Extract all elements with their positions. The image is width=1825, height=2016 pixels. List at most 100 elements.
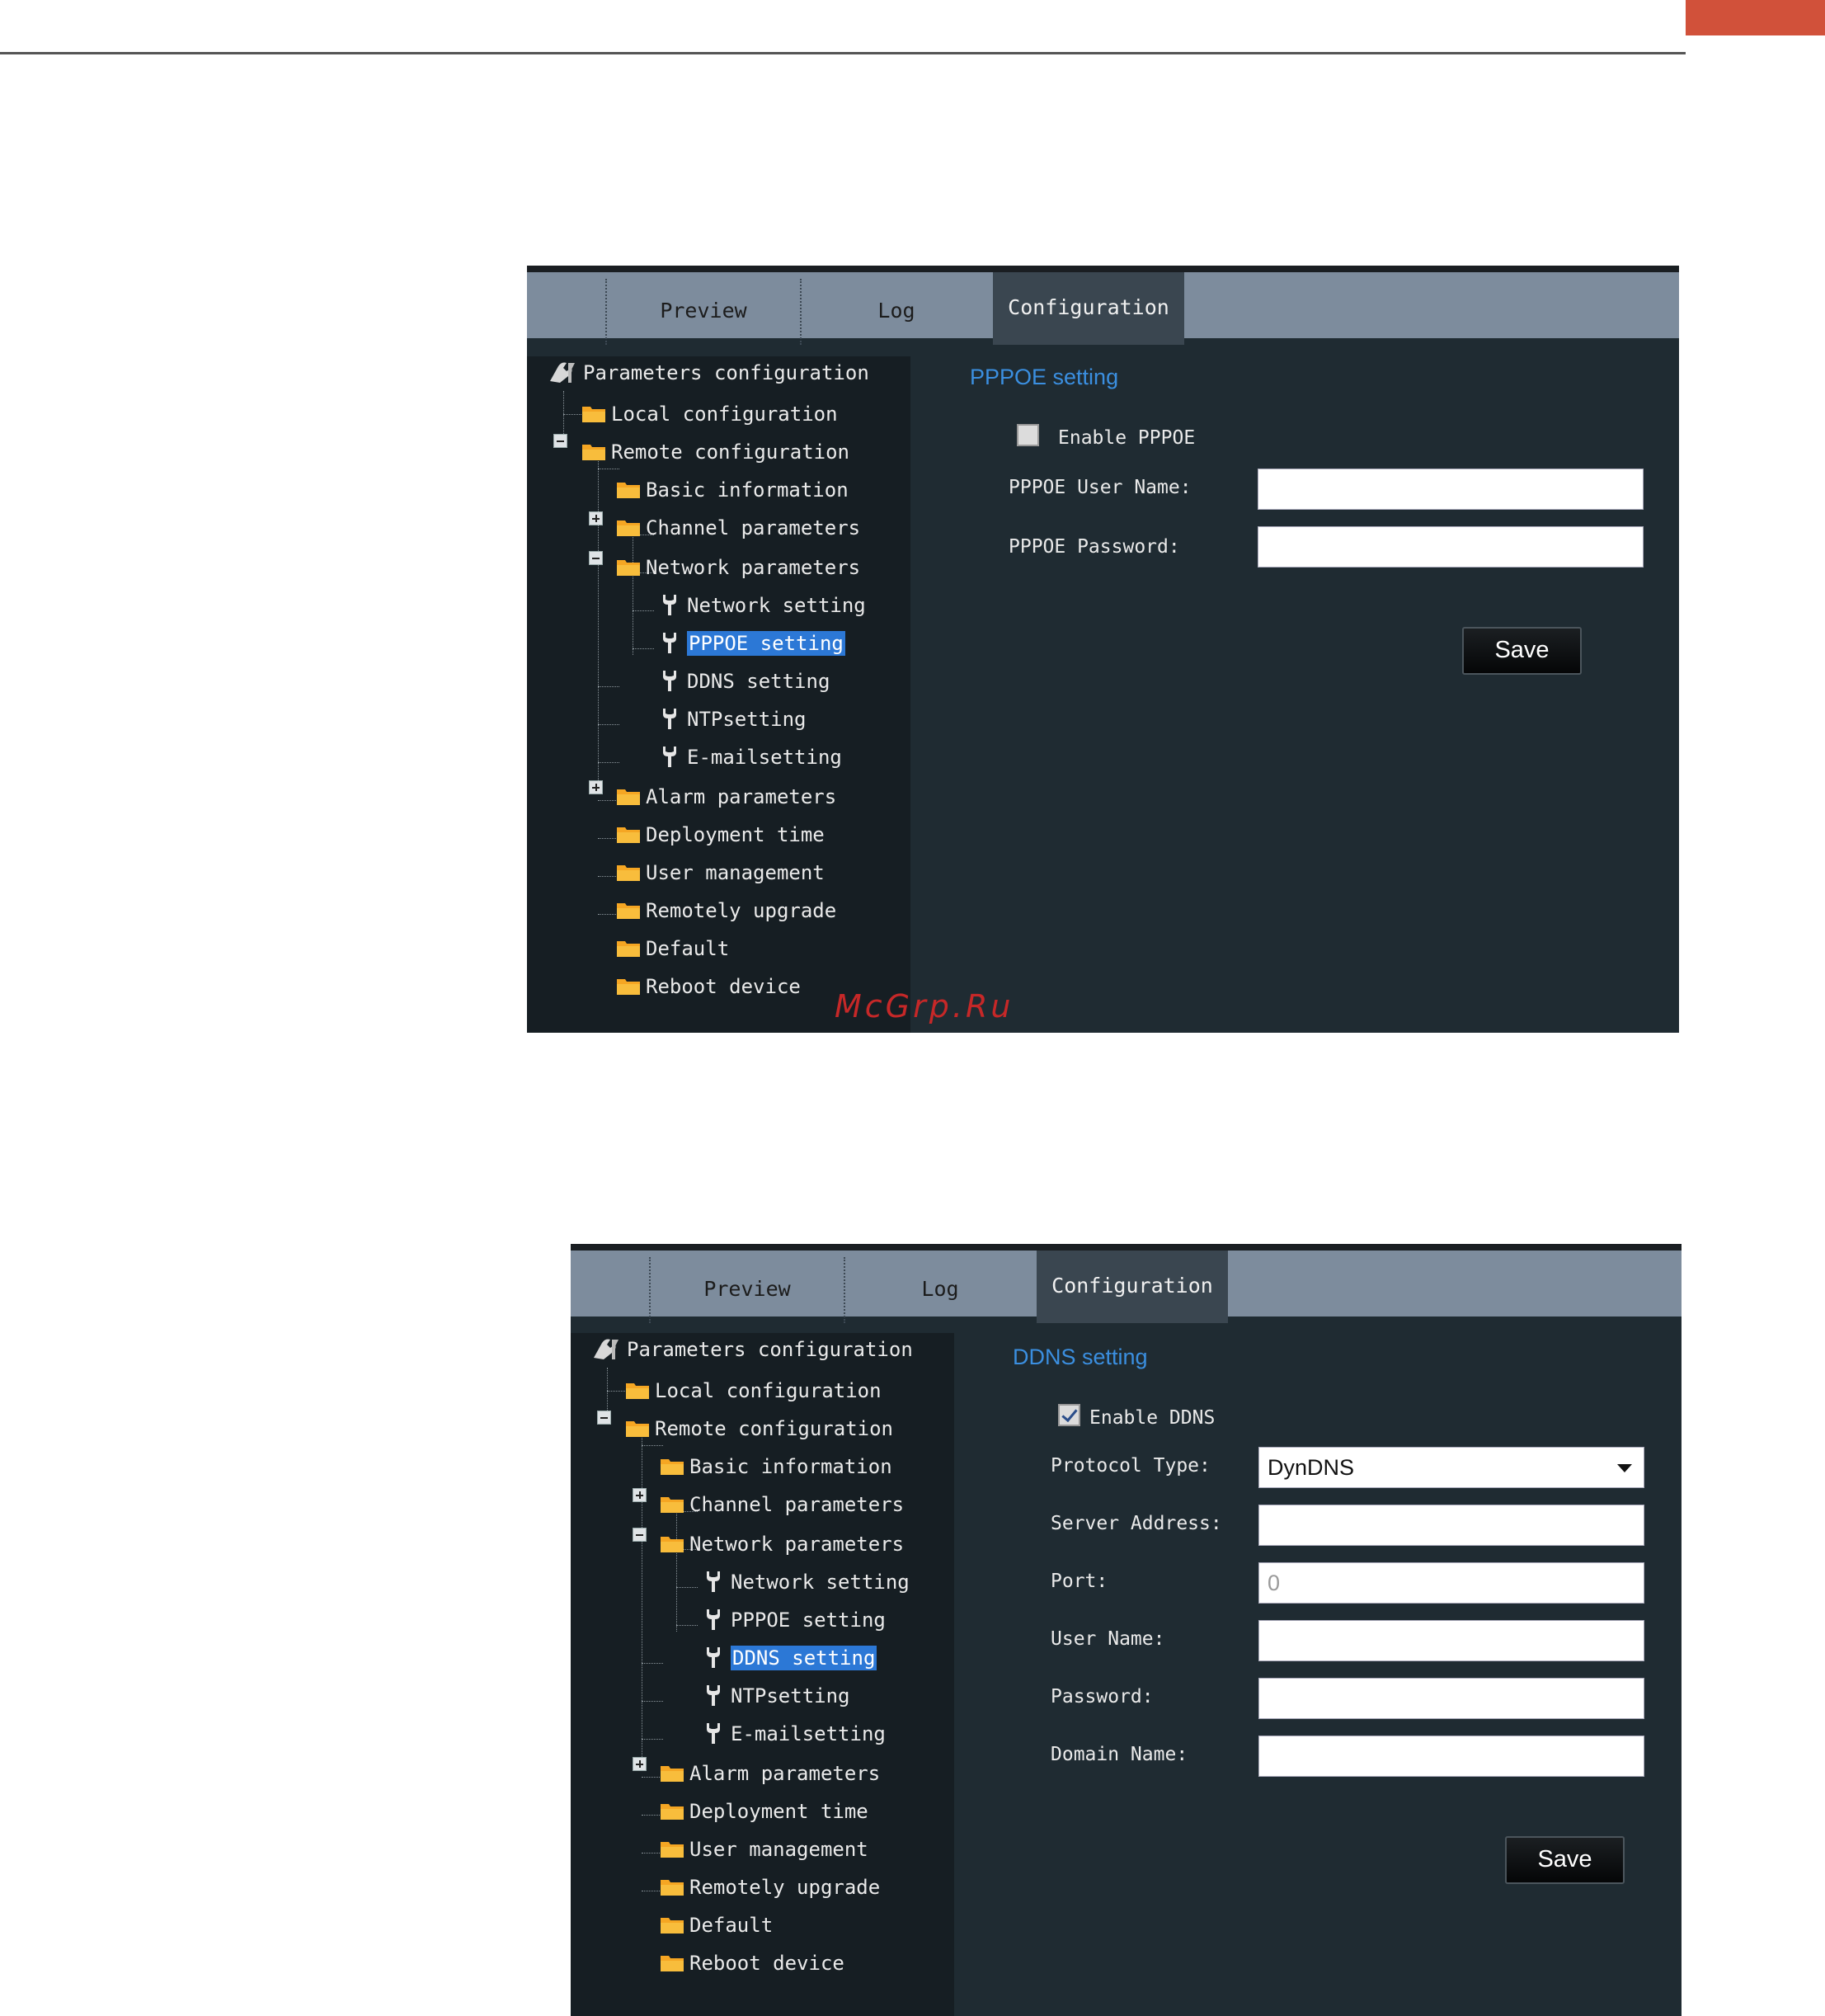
tree-connector xyxy=(676,1587,698,1588)
tree-label: Reboot device xyxy=(646,975,801,998)
tree-item-local-configuration[interactable]: Local configuration xyxy=(581,398,838,431)
folder-icon xyxy=(617,560,640,576)
user-name-input[interactable] xyxy=(1258,1620,1644,1661)
tree-item-user-management[interactable]: User management xyxy=(616,856,825,889)
tree-connector xyxy=(598,459,599,789)
tree-item-reboot-device[interactable]: Reboot device xyxy=(660,1947,844,1980)
tree-item-remote-configuration[interactable]: Remote configuration xyxy=(625,1412,893,1445)
wrench-icon xyxy=(707,1571,720,1592)
tree-item-basic-information[interactable]: Basic information xyxy=(660,1450,892,1483)
tree-label: Remotely upgrade xyxy=(646,899,837,922)
tree-item-ddns-setting[interactable]: DDNS setting xyxy=(661,665,830,698)
tree-label: Parameters configuration xyxy=(583,361,869,384)
protocol-type-select[interactable]: DynDNS xyxy=(1258,1447,1644,1488)
tab-preview[interactable]: Preview xyxy=(649,1257,845,1323)
tree-item-deployment-time[interactable]: Deployment time xyxy=(660,1795,868,1828)
tree-label: Default xyxy=(646,937,730,960)
save-button[interactable]: Save xyxy=(1462,627,1582,675)
protocol-type-value: DynDNS xyxy=(1268,1455,1355,1480)
tree-label: Deployment time xyxy=(646,823,825,846)
tree-item-user-management[interactable]: User management xyxy=(660,1833,868,1866)
tree-item-default[interactable]: Default xyxy=(616,932,729,965)
tab-log[interactable]: Log xyxy=(844,1257,1037,1323)
pppoe-password-label: PPPOE Password: xyxy=(1009,536,1180,558)
folder-icon xyxy=(626,1383,649,1399)
tree-item-remote-configuration[interactable]: Remote configuration xyxy=(581,436,849,469)
expand-icon[interactable] xyxy=(589,780,603,794)
pppoe-user-name-input[interactable] xyxy=(1258,469,1644,510)
tree-item-pppoe-setting[interactable]: PPPOE setting xyxy=(661,627,845,660)
domain-name-input[interactable] xyxy=(1258,1736,1644,1777)
tree-label: Network setting xyxy=(687,594,866,617)
page-header-rule xyxy=(0,52,1686,54)
tree-label: Default xyxy=(689,1914,774,1937)
enable-ddns-checkbox[interactable] xyxy=(1058,1404,1080,1426)
tree-item-alarm-parameters[interactable]: Alarm parameters xyxy=(616,780,836,813)
tree-item-alarm-parameters[interactable]: Alarm parameters xyxy=(660,1757,880,1790)
collapse-icon[interactable] xyxy=(633,1528,647,1542)
tree-item-pppoe-setting[interactable]: PPPOE setting xyxy=(704,1604,886,1637)
tab-log[interactable]: Log xyxy=(800,279,993,345)
tree-item-reboot-device[interactable]: Reboot device xyxy=(616,970,801,1003)
tree-item-deployment-time[interactable]: Deployment time xyxy=(616,818,825,851)
tree-item-remotely-upgrade[interactable]: Remotely upgrade xyxy=(660,1871,880,1904)
folder-icon xyxy=(617,903,640,919)
tree-connector xyxy=(642,1701,663,1702)
enable-pppoe-label: Enable PPPOE xyxy=(1058,427,1196,449)
tree-item-parameters-configuration[interactable]: Parameters configuration xyxy=(547,356,869,389)
expand-icon[interactable] xyxy=(589,511,603,525)
folder-icon xyxy=(617,520,640,536)
expand-icon[interactable] xyxy=(633,1488,647,1502)
tree-label: Remote configuration xyxy=(655,1417,893,1440)
folder-icon xyxy=(661,1918,684,1934)
tree-label: E-mailsetting xyxy=(687,746,842,769)
tree-label: User management xyxy=(689,1838,868,1861)
tree-item-local-configuration[interactable]: Local configuration xyxy=(625,1374,882,1407)
pppoe-password-input[interactable] xyxy=(1258,526,1644,568)
tree-item-default[interactable]: Default xyxy=(660,1909,773,1942)
tree-label: Basic information xyxy=(646,478,849,502)
tree-item-network-parameters[interactable]: Network parameters xyxy=(660,1528,904,1561)
tree-item-channel-parameters[interactable]: Channel parameters xyxy=(616,511,860,544)
tree-item-network-setting[interactable]: Network setting xyxy=(704,1566,910,1599)
port-input[interactable]: 0 xyxy=(1258,1562,1644,1604)
enable-pppoe-checkbox[interactable] xyxy=(1017,424,1039,446)
tree-label: Alarm parameters xyxy=(646,785,837,808)
tree-item-email-setting[interactable]: E-mailsetting xyxy=(704,1717,886,1750)
tree-label: DDNS setting xyxy=(687,670,830,693)
password-input[interactable] xyxy=(1258,1678,1644,1719)
user-name-label: User Name: xyxy=(1051,1628,1165,1650)
tree-item-network-setting[interactable]: Network setting xyxy=(661,589,866,622)
tree-item-ntp-setting[interactable]: NTPsetting xyxy=(704,1679,850,1712)
tree-label: Local configuration xyxy=(611,403,838,426)
tree-item-parameters-configuration[interactable]: Parameters configuration xyxy=(590,1333,913,1366)
tree-item-channel-parameters[interactable]: Channel parameters xyxy=(660,1488,904,1521)
tree-item-network-parameters[interactable]: Network parameters xyxy=(616,551,860,584)
folder-icon xyxy=(617,483,640,498)
tree-item-ntp-setting[interactable]: NTPsetting xyxy=(661,703,807,736)
tab-configuration[interactable]: Configuration xyxy=(1037,1251,1228,1323)
wrench-icon xyxy=(663,595,676,615)
expand-icon[interactable] xyxy=(633,1757,647,1771)
save-button[interactable]: Save xyxy=(1505,1836,1625,1884)
tab-preview[interactable]: Preview xyxy=(605,279,802,345)
collapse-icon[interactable] xyxy=(589,551,603,565)
page-corner-tab xyxy=(1686,0,1825,35)
tree-item-remotely-upgrade[interactable]: Remotely upgrade xyxy=(616,894,836,927)
collapse-icon[interactable] xyxy=(553,434,567,448)
tree-connector xyxy=(598,762,619,763)
tab-configuration[interactable]: Configuration xyxy=(993,272,1184,345)
config-tools-icon xyxy=(550,362,575,383)
tree-label: NTPsetting xyxy=(731,1684,850,1707)
tree-item-email-setting[interactable]: E-mailsetting xyxy=(661,741,842,774)
tree-connector xyxy=(642,1663,663,1664)
tree-label: Network setting xyxy=(731,1571,910,1594)
collapse-icon[interactable] xyxy=(597,1411,611,1425)
ddns-config-window: Preview Log Configuration Parameters con… xyxy=(571,1244,1682,2016)
enable-ddns-label: Enable DDNS xyxy=(1089,1407,1216,1429)
folder-icon xyxy=(661,1766,684,1782)
tree-label: NTPsetting xyxy=(687,708,807,731)
tree-item-basic-information[interactable]: Basic information xyxy=(616,473,849,506)
tree-item-ddns-setting[interactable]: DDNS setting xyxy=(704,1642,877,1675)
server-address-input[interactable] xyxy=(1258,1505,1644,1546)
